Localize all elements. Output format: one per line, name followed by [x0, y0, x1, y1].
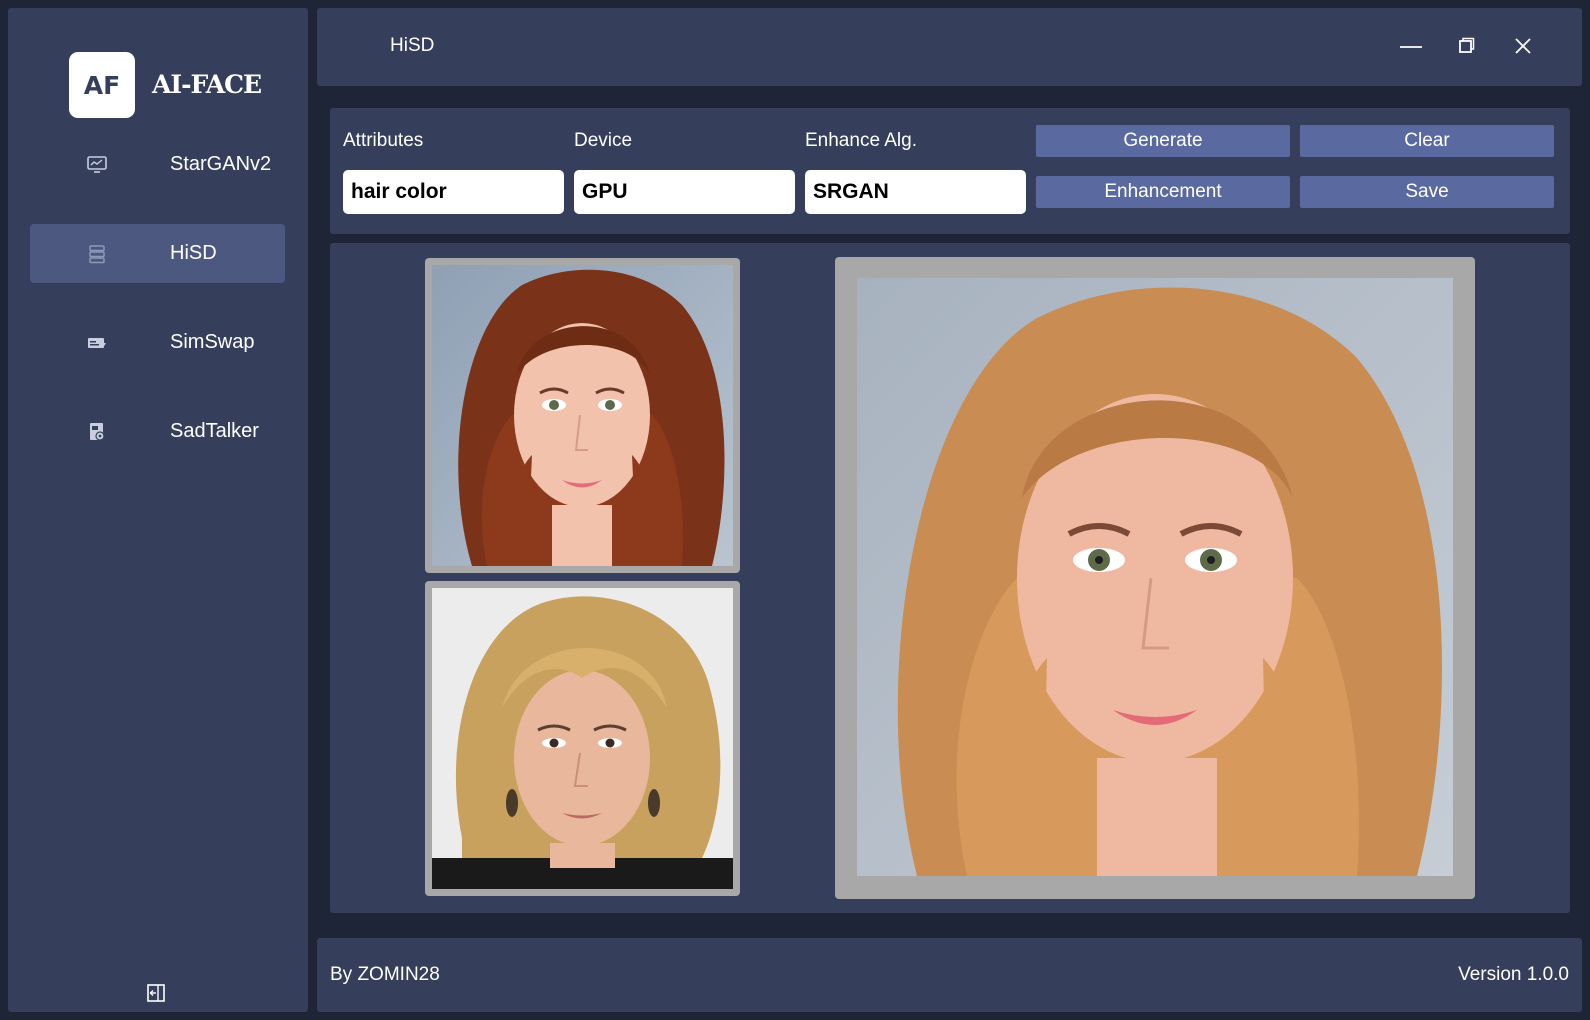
sidebar-item-label: SadTalker	[170, 420, 259, 442]
page-title: HiSD	[390, 35, 435, 56]
reference-image-frame[interactable]	[425, 581, 740, 896]
minimize-icon[interactable]	[1395, 30, 1427, 62]
sidebar-item-label: StarGANv2	[170, 153, 272, 175]
app-logo-mark: AF	[69, 52, 135, 118]
sidebar-item-label: HiSD	[170, 242, 217, 264]
generate-button[interactable]: Generate	[1036, 125, 1290, 157]
result-face-photo	[857, 278, 1453, 876]
server-stack-icon	[86, 243, 108, 265]
sidebar-item-sadtalker[interactable]: SadTalker	[30, 402, 285, 461]
media-file-icon	[86, 421, 108, 443]
sidebar-item-simswap[interactable]: SimSwap	[30, 313, 285, 372]
sidebar-item-hisd[interactable]: HiSD	[30, 224, 285, 283]
sidebar-item-starganv2[interactable]: StarGANv2	[30, 135, 285, 194]
app-logo-text: AI-FACE	[152, 70, 262, 99]
close-icon[interactable]	[1507, 30, 1539, 62]
footer: By ZOMIN28 Version 1.0.0	[317, 938, 1582, 1012]
attributes-label: Attributes	[343, 130, 424, 151]
enhance-alg-label: Enhance Alg.	[805, 130, 917, 151]
result-image-frame[interactable]	[835, 257, 1475, 899]
enhance-alg-select[interactable]: SRGAN	[805, 170, 1026, 214]
sidebar-item-label: SimSwap	[170, 331, 255, 353]
source-image-frame[interactable]	[425, 258, 740, 573]
device-label: Device	[574, 130, 633, 151]
restore-icon[interactable]	[1451, 30, 1483, 62]
monitor-chart-icon	[86, 154, 108, 176]
save-button[interactable]: Save	[1300, 176, 1554, 208]
source-face-photo	[432, 265, 733, 566]
title-bar: HiSD	[317, 8, 1582, 86]
reference-face-photo	[432, 588, 733, 889]
sidebar: AF AI-FACE StarGANv2 HiSD SimSwap SadTal…	[8, 8, 308, 1012]
device-select[interactable]: GPU	[574, 170, 795, 214]
image-panel	[330, 243, 1570, 913]
enhancement-button[interactable]: Enhancement	[1036, 176, 1290, 208]
author-text: By ZOMIN28	[330, 964, 440, 985]
clear-button[interactable]: Clear	[1300, 125, 1554, 157]
version-text: Version 1.0.0	[1458, 964, 1569, 985]
controls-panel: Attributes Device Enhance Alg. hair colo…	[330, 108, 1570, 234]
collapse-left-icon[interactable]	[145, 982, 167, 1004]
logo-mark-text: AF	[83, 70, 121, 100]
attributes-select[interactable]: hair color	[343, 170, 564, 214]
card-swap-icon	[86, 332, 108, 354]
